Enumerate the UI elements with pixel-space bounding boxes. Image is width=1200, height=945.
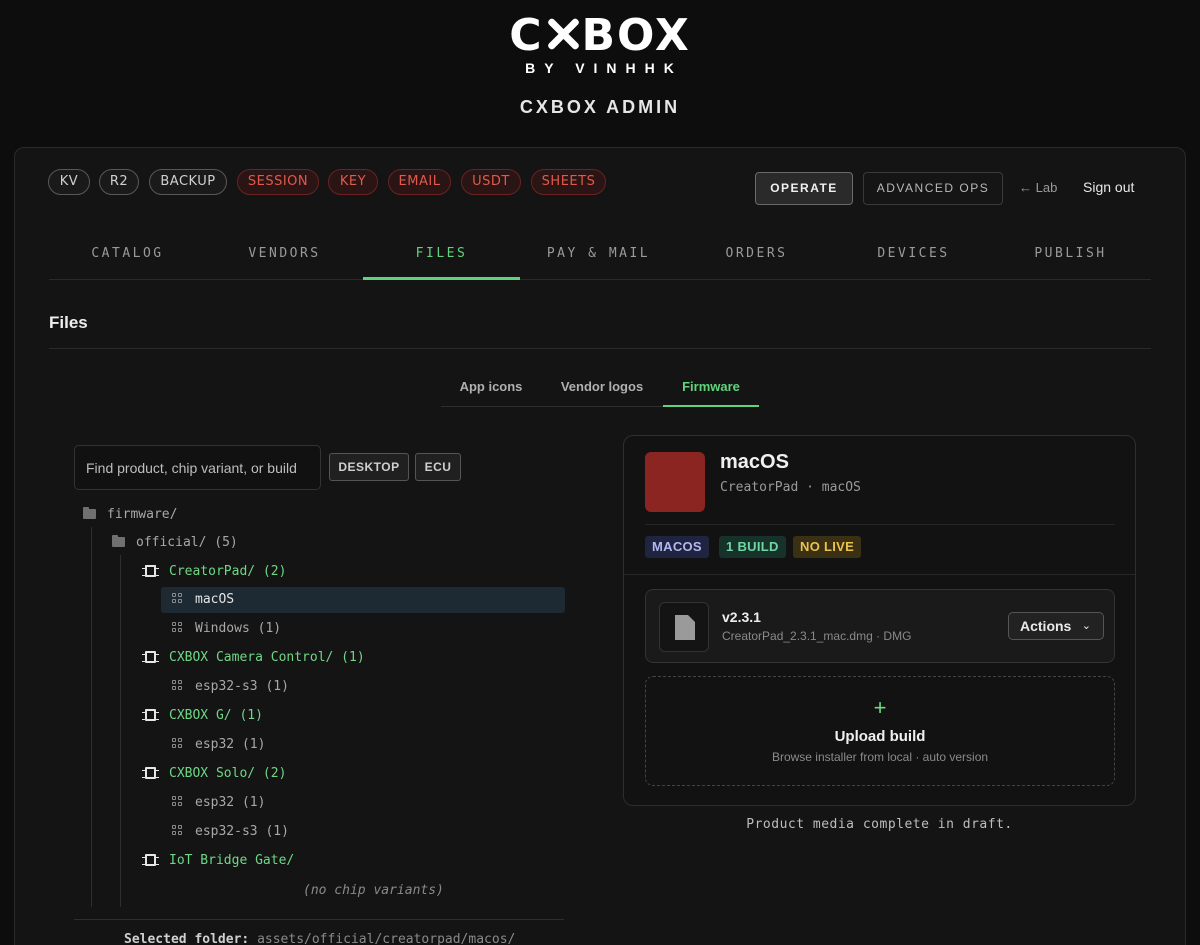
badge-live-status: NO LIVE [793, 536, 862, 558]
grid-icon [172, 738, 183, 749]
badge-platform: MACOS [645, 536, 709, 558]
status-pill-backup[interactable]: BACKUP [149, 169, 227, 195]
upload-title: Upload build [834, 728, 926, 745]
status-pill-r2[interactable]: R2 [99, 169, 139, 195]
admin-panel: KV R2 BACKUP SESSION KEY EMAIL USDT SHEE… [14, 147, 1186, 945]
status-pill-key[interactable]: KEY [328, 169, 378, 195]
section-divider [49, 348, 1151, 349]
lab-link[interactable]: ← Lab [1019, 180, 1057, 195]
subtab-vendor-logos[interactable]: Vendor logos [545, 374, 659, 407]
status-pill-usdt[interactable]: USDT [461, 169, 521, 195]
logo-wordmark: C BOX [509, 10, 691, 61]
tab-orders[interactable]: ORDERS [678, 234, 835, 280]
tree-variant-esp32-s3[interactable]: esp32-s3 (1) [172, 674, 289, 700]
tab-publish[interactable]: PUBLISH [992, 234, 1149, 280]
folder-icon [112, 535, 125, 547]
admin-title: CXBOX ADMIN [519, 97, 681, 117]
chip-icon [142, 709, 159, 721]
card-divider [624, 574, 1135, 575]
status-pill-sheets[interactable]: SHEETS [531, 169, 606, 195]
tree-product-iot-bridge-gate[interactable]: IoT Bridge Gate/ [142, 848, 294, 874]
tree-variant-macos[interactable]: macOS [161, 587, 565, 613]
chip-icon [142, 651, 159, 663]
chip-icon [142, 854, 159, 866]
tab-pay-mail[interactable]: PAY & MAIL [520, 234, 677, 280]
section-title: Files [49, 313, 88, 332]
subtab-app-icons[interactable]: App icons [441, 374, 541, 407]
grid-icon [172, 680, 183, 691]
tree-variant-esp32[interactable]: esp32 (1) [172, 732, 265, 758]
selected-folder-path: assets/official/creatorpad/macos/ [257, 932, 516, 945]
grid-icon [172, 622, 183, 633]
variant-detail-card: macOS CreatorPad · macOS MACOS 1 BUILD N… [623, 435, 1136, 806]
tab-devices[interactable]: DEVICES [835, 234, 992, 280]
tree-product-creatorpad[interactable]: CreatorPad/ (2) [142, 559, 286, 585]
tree-empty-state: (no chip variants) [303, 883, 444, 898]
build-file-meta: CreatorPad_2.3.1_mac.dmg · DMG [722, 629, 912, 643]
variant-title: macOS [720, 451, 789, 473]
chip-icon [142, 565, 159, 577]
tree-variant-esp32-s3[interactable]: esp32-s3 (1) [172, 819, 289, 845]
tree-product-cxbox-solo[interactable]: CXBOX Solo/ (2) [142, 761, 286, 787]
grid-icon [172, 796, 183, 807]
tab-catalog[interactable]: CATALOG [49, 234, 206, 280]
tree-variant-esp32[interactable]: esp32 (1) [172, 790, 265, 816]
status-pill-kv[interactable]: KV [48, 169, 90, 195]
files-subtabs: App icons Vendor logos Firmware [441, 374, 759, 407]
status-pill-email[interactable]: EMAIL [388, 169, 451, 195]
card-divider [645, 524, 1115, 525]
logo-x-icon [545, 16, 581, 52]
tree-folder-firmware[interactable]: firmware/ [83, 502, 177, 528]
tree-guide-root [91, 527, 92, 907]
status-pill-session[interactable]: SESSION [237, 169, 319, 195]
tree-footer-divider [74, 919, 564, 920]
sign-out-link[interactable]: Sign out [1083, 179, 1134, 195]
filter-desktop[interactable]: DESKTOP [329, 453, 409, 481]
selected-folder: Selected folder: assets/official/creator… [124, 932, 516, 945]
subtab-firmware[interactable]: Firmware [663, 374, 759, 407]
main-nav: CATALOG VENDORS FILES PAY & MAIL ORDERS … [49, 234, 1151, 280]
file-icon [659, 602, 709, 652]
upload-subtitle: Browse installer from local · auto versi… [771, 750, 989, 764]
variant-subtitle: CreatorPad · macOS [720, 480, 861, 495]
tree-variant-windows[interactable]: Windows (1) [172, 616, 281, 642]
logo-byline: BY VINHHK [525, 60, 683, 76]
build-row: v2.3.1 CreatorPad_2.3.1_mac.dmg · DMG Ac… [645, 589, 1115, 663]
tab-files[interactable]: FILES [363, 234, 520, 280]
grid-icon [172, 593, 183, 604]
filter-ecu[interactable]: ECU [415, 453, 461, 481]
tree-guide-official [120, 555, 121, 907]
folder-icon [83, 507, 96, 519]
build-version: v2.3.1 [722, 609, 761, 625]
search-input[interactable] [74, 445, 321, 490]
operate-button[interactable]: OPERATE [755, 172, 853, 205]
brand-logo: C BOX BY VINHHK [0, 10, 1200, 77]
actions-button[interactable]: Actions ⌄ [1008, 612, 1104, 640]
badge-build-count: 1 BUILD [719, 536, 786, 558]
tree-product-cxbox-g[interactable]: CXBOX G/ (1) [142, 703, 263, 729]
product-color-swatch [645, 452, 705, 512]
advanced-ops-button[interactable]: ADVANCED OPS [863, 172, 1003, 205]
chevron-down-icon: ⌄ [1081, 620, 1091, 632]
grid-icon [172, 825, 183, 836]
plus-icon: + [873, 695, 887, 720]
tab-vendors[interactable]: VENDORS [206, 234, 363, 280]
chip-icon [142, 767, 159, 779]
tree-product-camera-control[interactable]: CXBOX Camera Control/ (1) [142, 645, 365, 671]
upload-build-dropzone[interactable]: + Upload build Browse installer from loc… [645, 676, 1115, 786]
media-status-text: Product media complete in draft. [746, 817, 1013, 832]
tree-folder-official[interactable]: official/ (5) [112, 530, 238, 556]
